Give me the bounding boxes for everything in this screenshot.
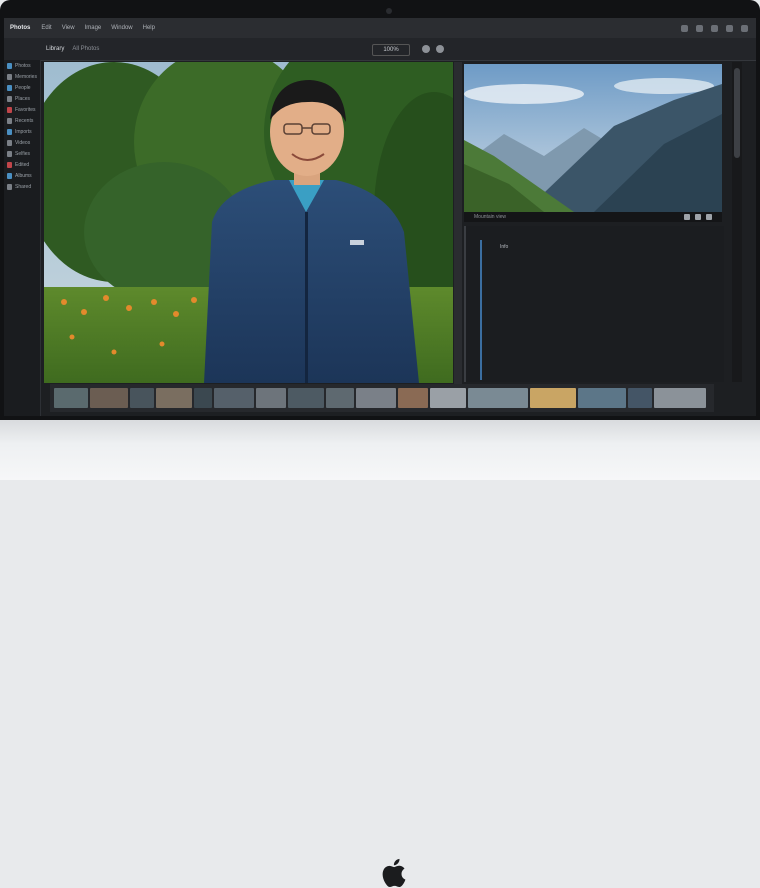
filmstrip-thumb[interactable] — [654, 388, 706, 408]
sidebar-item-videos[interactable]: Videos — [4, 137, 40, 148]
view-title: All Photos — [72, 46, 100, 52]
info-panel: Info — [464, 226, 724, 382]
wifi-icon[interactable] — [681, 24, 688, 32]
sidebar-item-label: Imports — [15, 128, 32, 135]
sidebar-item-albums[interactable]: Albums — [4, 170, 40, 181]
filmstrip-thumb[interactable] — [468, 388, 528, 408]
places-icon — [7, 95, 12, 102]
sidebar-item-edited[interactable]: Edited — [4, 159, 40, 170]
filmstrip-thumb[interactable] — [356, 388, 396, 408]
sidebar-item-memories[interactable]: Memories — [4, 71, 40, 82]
sidebar-item-label: Edited — [15, 161, 30, 168]
imac-display: Photos Edit View Image Window Help Libra… — [0, 0, 760, 888]
app-window: Photos Edit View Image Window Help Libra… — [4, 18, 756, 416]
photos-icon — [7, 62, 12, 69]
filmstrip-thumb[interactable] — [156, 388, 192, 408]
share-icon[interactable] — [684, 214, 690, 220]
display-bezel: Photos Edit View Image Window Help Libra… — [0, 0, 760, 420]
breadcrumb[interactable]: Library — [46, 46, 64, 52]
menu-item-view[interactable]: View — [62, 25, 75, 31]
sidebar-item-label: Videos — [15, 139, 31, 146]
favorite-icon[interactable] — [436, 45, 444, 53]
sidebar-item-label: People — [15, 84, 31, 91]
heart-icon[interactable] — [695, 214, 701, 220]
filmstrip-thumb[interactable] — [214, 388, 254, 408]
filmstrip-thumb[interactable] — [194, 388, 212, 408]
sidebar-item-label: Selfies — [15, 150, 31, 157]
edit-icon — [7, 161, 12, 168]
filmstrip-thumb[interactable] — [398, 388, 428, 408]
control-center-icon[interactable] — [726, 24, 733, 32]
info-icon[interactable] — [422, 45, 430, 53]
search-icon[interactable] — [711, 24, 718, 32]
sidebar-item-people[interactable]: People — [4, 82, 40, 93]
selfie-icon — [7, 150, 12, 157]
menu-item-image[interactable]: Image — [85, 25, 102, 31]
secondary-photo-mountains[interactable] — [464, 64, 722, 212]
panel-divider[interactable] — [454, 62, 462, 384]
import-icon — [7, 128, 12, 135]
sidebar-item-imports[interactable]: Imports — [4, 126, 40, 137]
notification-icon[interactable] — [741, 24, 748, 32]
shared-icon — [7, 183, 12, 190]
trash-icon[interactable] — [706, 214, 712, 220]
filmstrip — [50, 384, 714, 412]
sidebar: Photos Memories People Places Favorites … — [4, 60, 41, 416]
sidebar-item-shared[interactable]: Shared — [4, 181, 40, 192]
filmstrip-thumb[interactable] — [430, 388, 466, 408]
album-icon — [7, 172, 12, 179]
menu-item-edit[interactable]: Edit — [41, 25, 51, 31]
camera-icon — [386, 8, 392, 14]
toolbar: Library All Photos 100% — [4, 38, 756, 61]
sidebar-item-selfies[interactable]: Selfies — [4, 148, 40, 159]
filmstrip-thumb[interactable] — [288, 388, 324, 408]
people-icon — [7, 84, 12, 91]
memories-icon — [7, 73, 12, 80]
photo-caption: Mountain view — [474, 214, 506, 220]
sidebar-item-label: Places — [15, 95, 31, 102]
sidebar-item-label: Recents — [15, 117, 34, 124]
sidebar-item-photos[interactable]: Photos — [4, 60, 40, 71]
filmstrip-thumb[interactable] — [90, 388, 128, 408]
sidebar-item-places[interactable]: Places — [4, 93, 40, 104]
display-chin — [0, 420, 760, 888]
filmstrip-thumb[interactable] — [326, 388, 354, 408]
video-icon — [7, 139, 12, 146]
app-menu[interactable]: Photos — [10, 25, 30, 31]
sidebar-item-recents[interactable]: Recents — [4, 115, 40, 126]
sidebar-item-favorites[interactable]: Favorites — [4, 104, 40, 115]
sidebar-item-label: Photos — [15, 62, 31, 69]
scrollbar[interactable] — [732, 62, 742, 382]
main-photo-portrait[interactable] — [44, 62, 453, 383]
menu-bar: Photos Edit View Image Window Help — [4, 18, 756, 38]
filmstrip-thumb[interactable] — [628, 388, 652, 408]
sidebar-item-label: Albums — [15, 172, 32, 179]
panel-accent-bar — [480, 240, 482, 380]
scrollbar-thumb[interactable] — [734, 68, 740, 158]
filmstrip-thumb[interactable] — [130, 388, 154, 408]
photo-actions — [684, 214, 722, 220]
menu-item-help[interactable]: Help — [143, 25, 155, 31]
heart-icon — [7, 106, 12, 113]
portrait-image — [44, 62, 453, 383]
battery-icon[interactable] — [696, 24, 703, 32]
photo-info-bar: Mountain view — [464, 212, 722, 222]
menu-item-window[interactable]: Window — [111, 25, 132, 31]
apple-logo-icon — [382, 858, 406, 888]
filmstrip-thumb[interactable] — [578, 388, 626, 408]
filmstrip-thumb[interactable] — [256, 388, 286, 408]
zoom-control[interactable]: 100% — [372, 44, 410, 56]
status-icons — [681, 24, 756, 32]
sidebar-item-label: Shared — [15, 183, 32, 190]
filmstrip-thumb[interactable] — [530, 388, 576, 408]
clock-icon — [7, 117, 12, 124]
sidebar-item-label: Favorites — [15, 106, 36, 113]
mountain-image — [464, 64, 722, 212]
sidebar-item-label: Memories — [15, 73, 37, 80]
info-heading: Info — [500, 244, 509, 250]
filmstrip-thumb[interactable] — [54, 388, 88, 408]
